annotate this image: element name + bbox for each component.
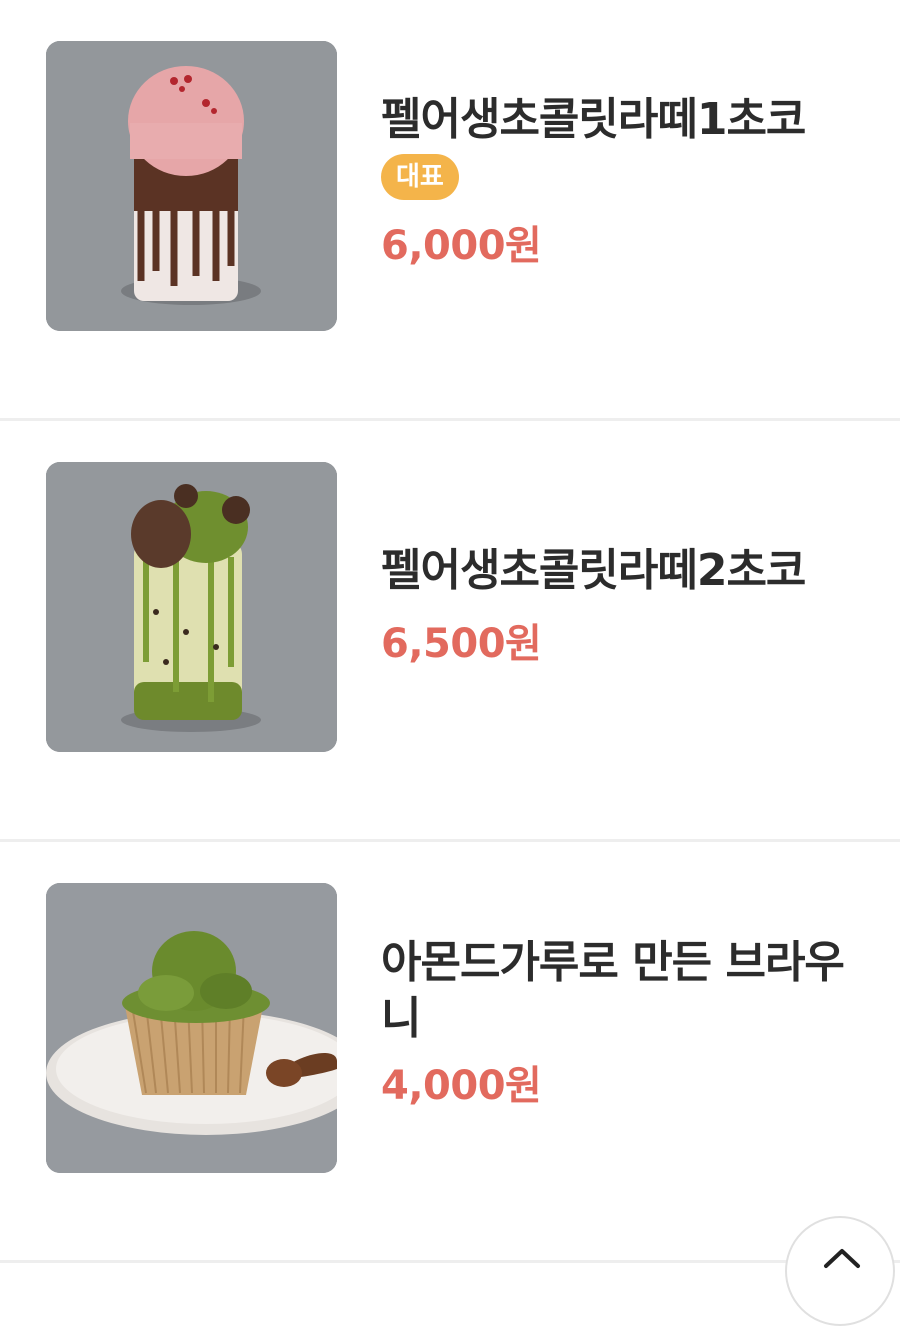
matcha-chocolate-latte-photo xyxy=(46,462,337,752)
menu-item-image[interactable] xyxy=(46,41,337,331)
menu-list: 펠어생초콜릿라떼1초코 대표 6,000원 펠어생초콜릿라떼2초코 6,500원… xyxy=(0,0,900,1263)
scroll-to-top-button[interactable] xyxy=(785,1216,895,1326)
menu-item[interactable]: 펠어생초콜릿라떼2초코 6,500원 xyxy=(0,421,900,842)
menu-item-image[interactable] xyxy=(46,462,337,752)
menu-item-price: 6,000원 xyxy=(381,223,542,269)
menu-item-info: 아몬드가루로 만든 브라우니 4,000원 xyxy=(381,935,861,1111)
menu-item-name: 아몬드가루로 만든 브라우니 xyxy=(381,937,845,1044)
pink-cream-chocolate-latte-photo xyxy=(46,41,337,331)
menu-item[interactable]: 펠어생초콜릿라떼1초코 대표 6,000원 xyxy=(0,0,900,421)
menu-item-image[interactable] xyxy=(46,883,337,1173)
matcha-brownie-photo xyxy=(46,883,337,1173)
chevron-up-icon xyxy=(824,1249,860,1268)
menu-item-name: 펠어생초콜릿라떼1초코 xyxy=(381,94,806,145)
menu-item-info: 펠어생초콜릿라떼1초코 대표 6,000원 xyxy=(381,92,861,271)
menu-item-info: 펠어생초콜릿라떼2초코 6,500원 xyxy=(381,543,861,669)
menu-item-price: 6,500원 xyxy=(381,621,542,667)
menu-item-name: 펠어생초콜릿라떼2초코 xyxy=(381,545,806,596)
menu-item-price: 4,000원 xyxy=(381,1063,542,1109)
menu-item[interactable]: 아몬드가루로 만든 브라우니 4,000원 xyxy=(0,842,900,1263)
signature-badge: 대표 xyxy=(381,154,459,200)
